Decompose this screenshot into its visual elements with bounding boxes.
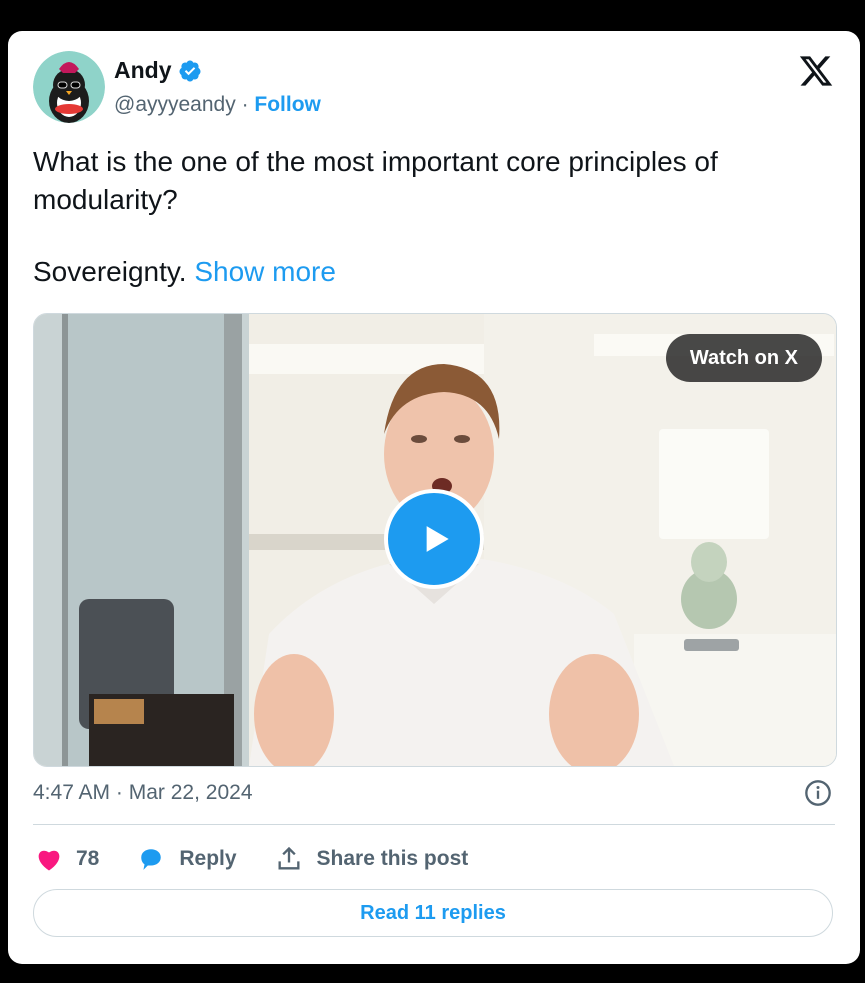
avatar[interactable]	[33, 51, 105, 123]
reply-button[interactable]: Reply	[137, 846, 237, 872]
timestamp-separator: ·	[115, 781, 123, 804]
tweet-card: Andy @ayyyeandy · Follow What is the one…	[8, 31, 860, 964]
tweet-time: 4:47 AM	[33, 781, 111, 804]
info-icon[interactable]	[804, 779, 832, 807]
reply-bubble-icon	[141, 849, 162, 870]
tweet-date: Mar 22, 2024	[128, 781, 253, 804]
x-logo-icon[interactable]	[798, 53, 834, 89]
author-handle[interactable]: @ayyyeandy	[114, 93, 236, 116]
reply-label: Reply	[179, 847, 237, 870]
follow-link[interactable]: Follow	[254, 93, 321, 116]
tweet-text-line2: Sovereignty.	[33, 256, 187, 287]
handle-separator: ·	[241, 93, 249, 116]
author-name[interactable]: Andy	[114, 57, 172, 84]
like-button[interactable]: 78	[36, 847, 99, 871]
timestamp[interactable]: 4:47 AM · Mar 22, 2024	[33, 781, 253, 805]
watch-on-x-button[interactable]: Watch on X	[665, 334, 822, 382]
share-button[interactable]: Share this post	[275, 845, 469, 873]
tweet-text-line: Sovereignty. Show more	[33, 253, 823, 291]
tweet-text-line: What is the one of the most important co…	[33, 146, 718, 215]
show-more-link[interactable]: Show more	[194, 256, 336, 287]
play-icon	[426, 526, 449, 552]
tweet-text: What is the one of the most important co…	[33, 143, 823, 291]
share-label: Share this post	[316, 847, 469, 870]
action-bar: 78 Reply Share this post	[36, 841, 506, 877]
author-name-row: Andy	[114, 57, 202, 84]
read-replies-button[interactable]: Read 11 replies	[33, 889, 833, 937]
handle-row: @ayyyeandy · Follow	[114, 93, 321, 117]
like-count: 78	[76, 847, 100, 870]
verified-badge-icon	[178, 60, 200, 81]
play-button[interactable]	[384, 489, 484, 589]
share-icon	[278, 846, 300, 870]
divider	[33, 824, 835, 825]
video-player[interactable]: Watch on X	[33, 313, 837, 767]
heart-icon	[38, 850, 60, 871]
